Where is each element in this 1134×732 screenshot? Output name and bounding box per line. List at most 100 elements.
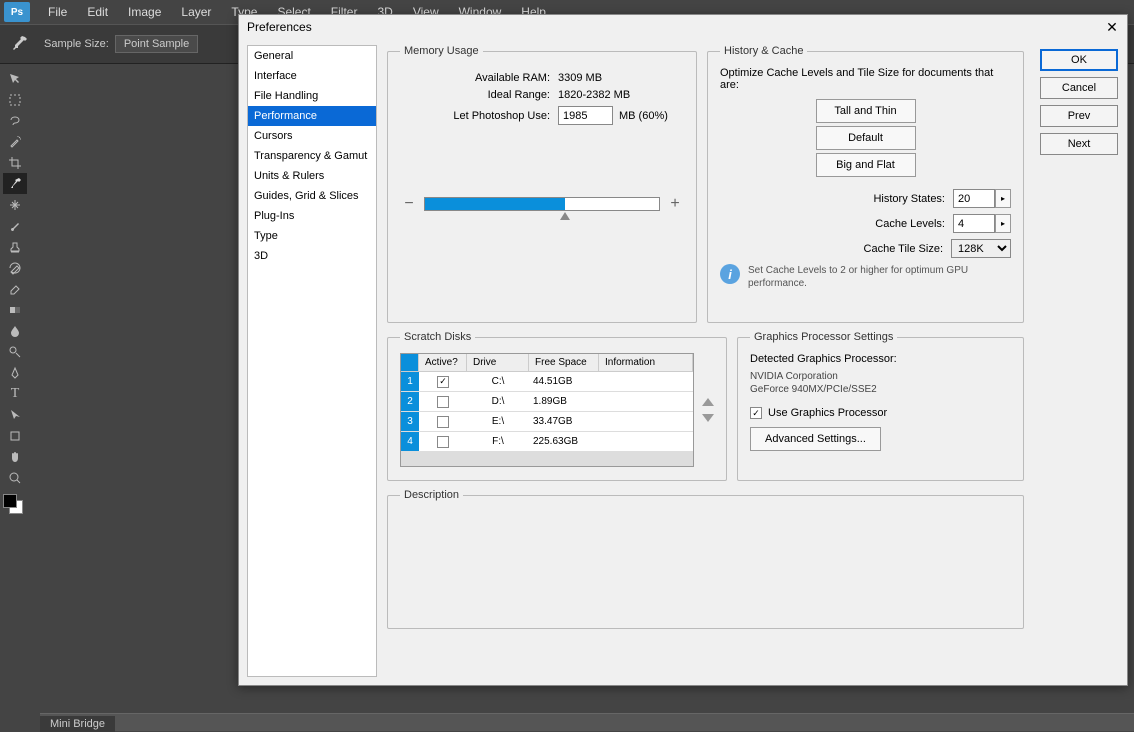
tool-crop[interactable] [3,152,27,173]
pref-item-file-handling[interactable]: File Handling [248,86,376,106]
pref-item-general[interactable]: General [248,46,376,66]
app-icon: Ps [4,2,30,22]
tool-dodge[interactable] [3,341,27,362]
dialog-title: Preferences [247,20,312,34]
ok-button[interactable]: OK [1040,49,1118,71]
history-cache-fieldset: History & Cache Optimize Cache Levels an… [707,45,1024,323]
dialog-titlebar: Preferences ✕ [239,15,1127,39]
let-use-input[interactable] [558,106,613,125]
gpu-fieldset: Graphics Processor Settings Detected Gra… [737,331,1024,481]
pref-item-performance[interactable]: Performance [248,106,376,126]
tool-move[interactable] [3,68,27,89]
gpu-legend: Graphics Processor Settings [750,331,897,343]
description-legend: Description [400,489,463,501]
pref-item-cursors[interactable]: Cursors [248,126,376,146]
pref-item-interface[interactable]: Interface [248,66,376,86]
advanced-settings-button[interactable]: Advanced Settings... [750,427,881,451]
tool-lasso[interactable] [3,110,27,131]
slider-minus[interactable]: − [400,195,418,213]
tool-wand[interactable] [3,131,27,152]
pref-item-transparency[interactable]: Transparency & Gamut [248,146,376,166]
history-desc: Optimize Cache Levels and Tile Size for … [720,67,1011,91]
cancel-button[interactable]: Cancel [1040,77,1118,99]
tool-shape[interactable] [3,425,27,446]
tool-marquee[interactable] [3,89,27,110]
tool-blur[interactable] [3,320,27,341]
pref-content: Memory Usage Available RAM:3309 MB Ideal… [377,39,1032,685]
tool-eyedropper[interactable] [3,173,27,194]
tool-path-select[interactable] [3,404,27,425]
ideal-range-value: 1820-2382 MB [558,89,630,101]
scratch-checkbox[interactable]: ✓ [437,376,449,388]
use-gpu-checkbox[interactable]: ✓ [750,407,762,419]
menu-image[interactable]: Image [118,1,171,23]
cache-levels-label: Cache Levels: [835,218,945,230]
tool-eraser[interactable] [3,278,27,299]
col-free: Free Space [529,354,599,371]
gpu-vendor: NVIDIA Corporation [750,371,1011,382]
toolbar: T [0,64,30,522]
scratch-checkbox[interactable] [437,396,449,408]
pref-item-units[interactable]: Units & Rulers [248,166,376,186]
cache-levels-input[interactable] [953,214,995,233]
menu-file[interactable]: File [38,1,77,23]
prev-button[interactable]: Prev [1040,105,1118,127]
tool-gradient[interactable] [3,299,27,320]
pref-item-3d[interactable]: 3D [248,246,376,266]
tool-heal[interactable] [3,194,27,215]
scratch-checkbox[interactable] [437,416,449,428]
sample-size-label: Sample Size: [44,38,109,50]
tool-pen[interactable] [3,362,27,383]
tool-hand[interactable] [3,446,27,467]
pref-item-guides[interactable]: Guides, Grid & Slices [248,186,376,206]
menu-layer[interactable]: Layer [171,1,221,23]
menu-edit[interactable]: Edit [77,1,118,23]
big-flat-button[interactable]: Big and Flat [816,153,916,177]
memory-slider[interactable] [424,197,660,211]
cache-tile-label: Cache Tile Size: [833,243,943,255]
move-down-icon[interactable] [702,414,714,422]
tool-text[interactable]: T [3,383,27,404]
default-button[interactable]: Default [816,126,916,150]
history-legend: History & Cache [720,45,807,57]
dialog-actions: OK Cancel Prev Next [1032,39,1127,685]
sample-size-dropdown[interactable]: Point Sample [115,35,198,53]
history-states-input[interactable] [953,189,995,208]
slider-plus[interactable]: + [666,195,684,213]
table-row[interactable]: 1 ✓ C:\ 44.51GB [401,372,693,392]
gpu-model: GeForce 940MX/PCIe/SSE2 [750,384,1011,395]
memory-usage-fieldset: Memory Usage Available RAM:3309 MB Ideal… [387,45,697,323]
tool-history-brush[interactable] [3,257,27,278]
close-icon[interactable]: ✕ [1103,18,1121,36]
col-active: Active? [419,354,467,371]
use-gpu-label: Use Graphics Processor [768,407,887,419]
tool-brush[interactable] [3,215,27,236]
info-icon: i [720,264,740,284]
table-row[interactable]: 4 F:\ 225.63GB [401,432,693,452]
next-button[interactable]: Next [1040,133,1118,155]
scratch-checkbox[interactable] [437,436,449,448]
table-row[interactable]: 3 E:\ 33.47GB [401,412,693,432]
history-states-stepper[interactable]: ▸ [995,189,1011,208]
ideal-range-label: Ideal Range: [400,89,550,101]
scratch-legend: Scratch Disks [400,331,475,343]
cache-levels-stepper[interactable]: ▸ [995,214,1011,233]
color-swatches[interactable] [1,492,29,522]
col-drive: Drive [467,354,529,371]
description-fieldset: Description [387,489,1024,629]
preferences-dialog: Preferences ✕ General Interface File Han… [238,14,1128,686]
cache-info-text: Set Cache Levels to 2 or higher for opti… [748,264,1011,290]
let-use-suffix: MB (60%) [619,110,668,122]
pref-category-list: General Interface File Handling Performa… [247,45,377,677]
table-row[interactable]: 2 D:\ 1.89GB [401,392,693,412]
col-info: Information [599,354,693,371]
tool-zoom[interactable] [3,467,27,488]
pref-item-type[interactable]: Type [248,226,376,246]
tall-thin-button[interactable]: Tall and Thin [816,99,916,123]
move-up-icon[interactable] [702,398,714,406]
let-use-label: Let Photoshop Use: [400,110,550,122]
cache-tile-select[interactable]: 128K [951,239,1011,258]
mini-bridge-tab[interactable]: Mini Bridge [40,716,115,732]
tool-stamp[interactable] [3,236,27,257]
pref-item-plugins[interactable]: Plug-Ins [248,206,376,226]
